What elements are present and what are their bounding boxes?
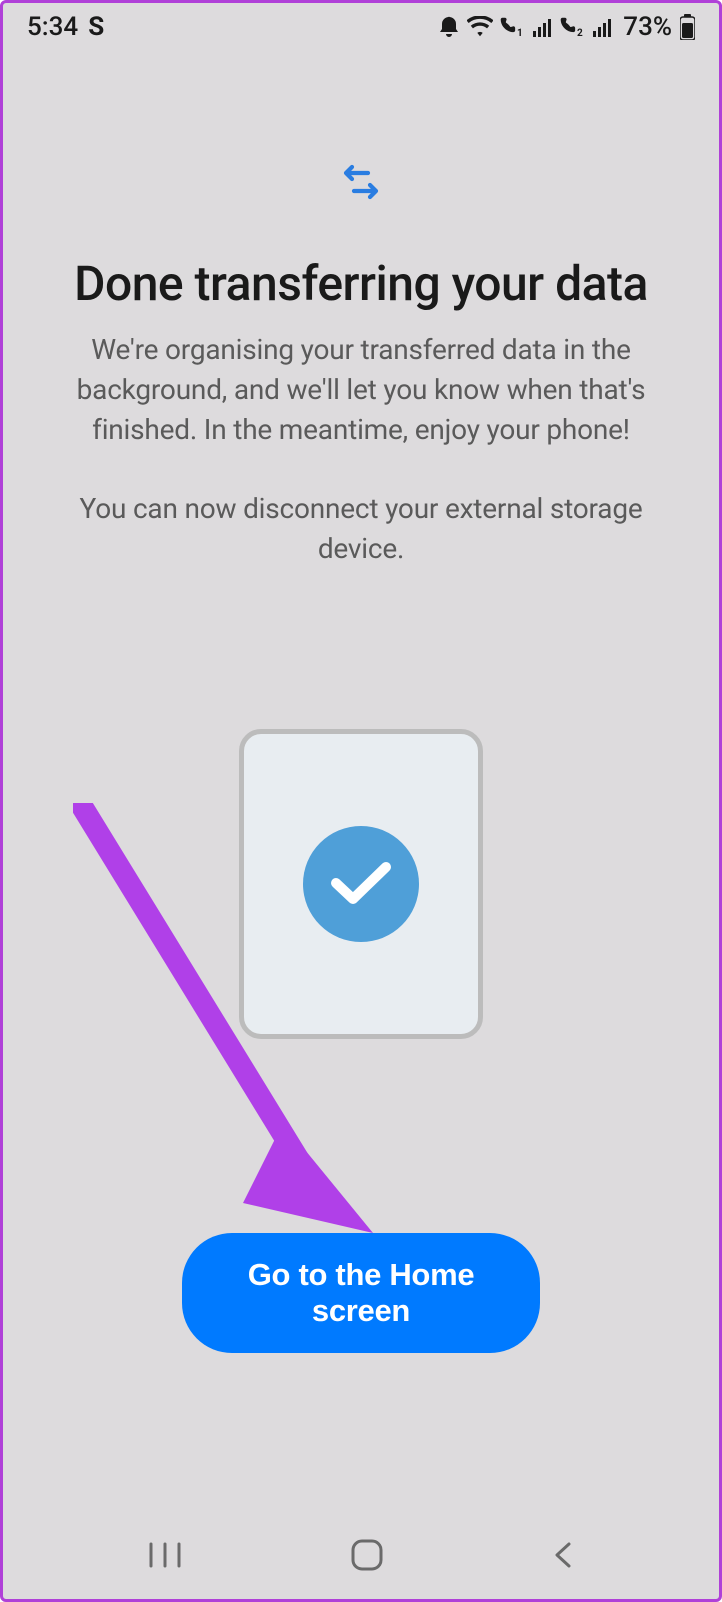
battery-percentage: 73% <box>623 12 672 42</box>
go-home-button[interactable]: Go to the Home screen <box>182 1233 540 1353</box>
transfer-arrows-icon <box>338 161 384 211</box>
alarm-icon <box>437 15 461 39</box>
phone-illustration <box>239 729 483 1039</box>
navigation-bar <box>3 1511 719 1599</box>
page-title: Done transferring your data <box>74 255 648 312</box>
call-sim1-icon: 1 <box>499 16 527 38</box>
recents-button[interactable] <box>147 1540 183 1570</box>
svg-text:2: 2 <box>577 28 583 38</box>
svg-text:1: 1 <box>517 28 523 38</box>
battery-icon <box>680 14 695 40</box>
back-button[interactable] <box>551 1540 575 1570</box>
signal-sim2-icon <box>593 17 613 37</box>
call-sim2-icon: 2 <box>559 16 587 38</box>
signal-sim1-icon <box>533 17 553 37</box>
description-text-2: You can now disconnect your external sto… <box>43 489 679 569</box>
content-area: Done transferring your data We're organi… <box>3 51 719 1599</box>
description-text: We're organising your transferred data i… <box>43 330 679 449</box>
checkmark-circle-icon <box>303 826 419 942</box>
status-right: 1 2 73% <box>437 12 695 42</box>
home-button[interactable] <box>350 1538 384 1572</box>
status-left: 5:34 S <box>27 12 104 42</box>
status-time: 5:34 <box>27 12 78 42</box>
status-bar: 5:34 S 1 2 73% <box>3 3 719 51</box>
screen-frame: 5:34 S 1 2 73% Done <box>0 0 722 1602</box>
wifi-icon <box>467 16 493 38</box>
app-indicator-icon: S <box>88 12 104 42</box>
